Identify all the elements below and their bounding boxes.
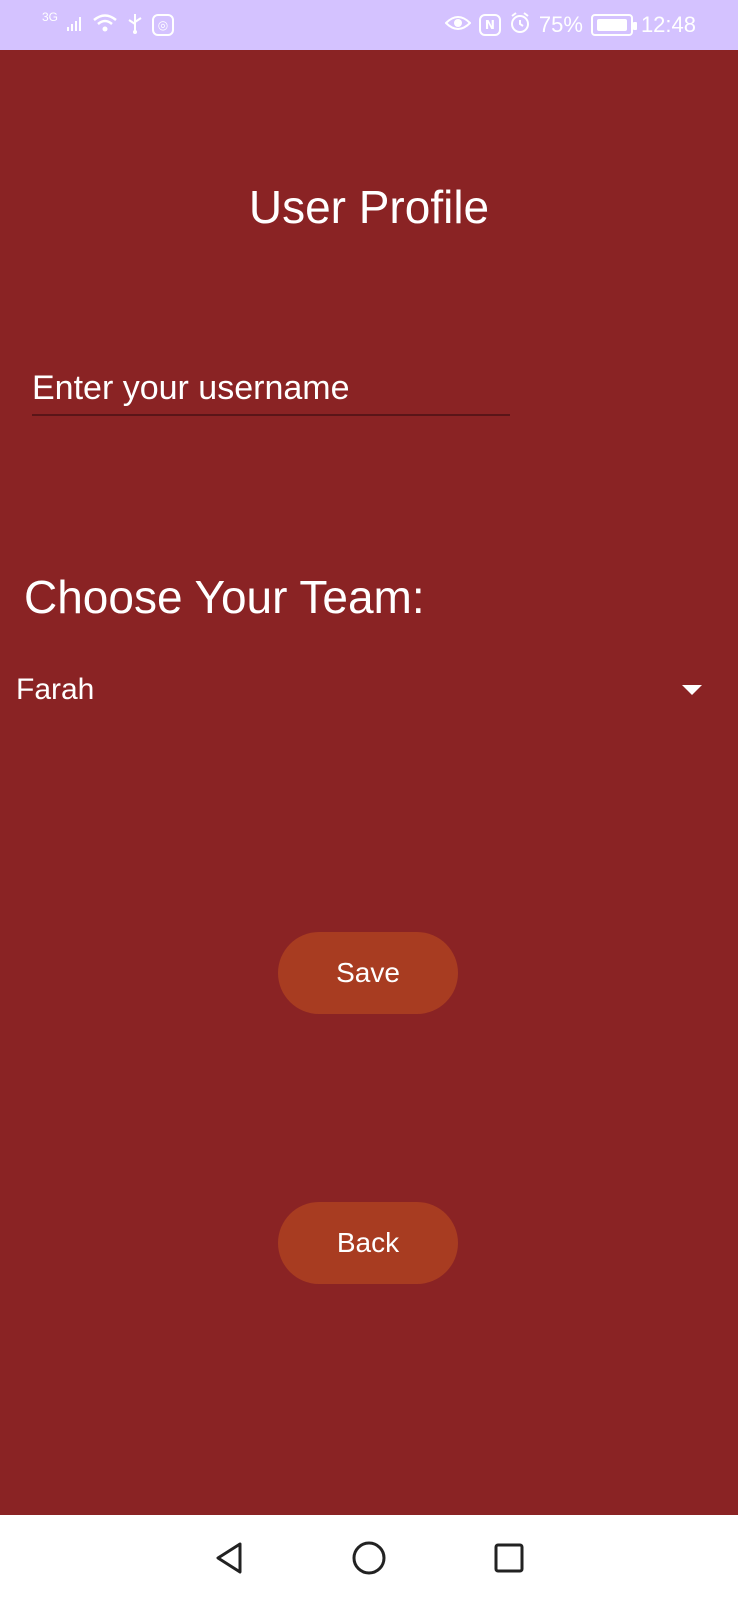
page-title: User Profile xyxy=(248,181,490,233)
instagram-icon: ◎ xyxy=(152,14,175,36)
recents-icon[interactable] xyxy=(492,1541,526,1575)
clock-time: 12:48 xyxy=(640,12,696,37)
team-dropdown[interactable]: Farah xyxy=(16,660,716,720)
battery-fill xyxy=(596,19,627,31)
team-selected-value: Farah xyxy=(16,673,95,706)
wifi-icon xyxy=(92,12,118,38)
battery-percent: 75% xyxy=(538,12,583,37)
save-button[interactable]: Save xyxy=(278,932,458,1014)
status-right: N 75% 12:48 xyxy=(444,12,696,38)
chevron-down-icon xyxy=(682,685,702,695)
battery-icon xyxy=(590,14,637,36)
eye-icon xyxy=(444,14,472,36)
home-icon[interactable] xyxy=(351,1540,387,1576)
team-label: Choose Your Team: xyxy=(24,571,425,623)
status-left: 3G ◎ xyxy=(42,10,175,38)
nfc-icon: N xyxy=(478,14,501,36)
username-input[interactable]: Enter your username xyxy=(32,360,510,416)
back-icon[interactable] xyxy=(212,1540,246,1576)
back-button[interactable]: Back xyxy=(278,1202,458,1284)
status-bar: 3G ◎ N 75% 12:48 xyxy=(0,0,738,50)
network-type-label: 3G xyxy=(42,10,59,24)
signal-icon xyxy=(66,14,84,36)
navigation-bar xyxy=(0,1515,738,1600)
alarm-icon xyxy=(509,12,531,38)
profile-screen: User Profile Enter your username Choose … xyxy=(0,50,738,1515)
usb-icon xyxy=(126,12,144,38)
